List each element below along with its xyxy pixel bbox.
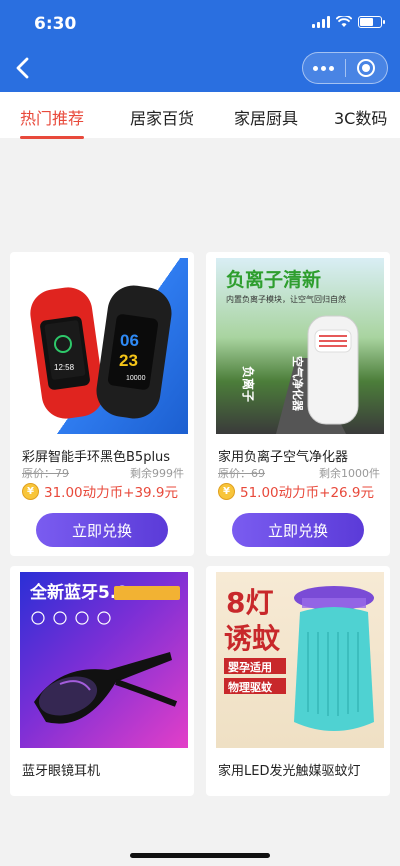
- lamp-headline-1: 8灯: [226, 586, 273, 619]
- coin-icon: ¥: [22, 482, 39, 500]
- status-icons: [312, 16, 385, 28]
- product-card[interactable]: 全新蓝牙5.0 蓝牙眼镜耳机: [10, 566, 194, 796]
- product-card[interactable]: 12:58 06 23 10000 彩屏智能手环黑色B5plus 原价：79 剩…: [10, 252, 194, 556]
- chevron-left-icon: [16, 57, 29, 79]
- wifi-icon: [336, 16, 352, 27]
- svg-text:06: 06: [120, 331, 139, 350]
- band-screen-time: 12:58: [54, 363, 75, 372]
- exchange-price: 51.00动力币+26.9元: [240, 485, 375, 501]
- lamp-sub-1: 婴孕适用: [228, 660, 272, 674]
- more-dots-icon: [313, 65, 335, 71]
- band-screen-hour: 23: [119, 351, 138, 370]
- purifier-headline: 负离子清新: [226, 268, 321, 291]
- product-title: 彩屏智能手环黑色B5plus: [22, 450, 171, 465]
- back-button[interactable]: [8, 54, 36, 82]
- product-title: 蓝牙眼镜耳机: [22, 764, 101, 779]
- original-price: 原价：79: [22, 467, 69, 480]
- glasses-headline: 全新蓝牙5.0: [29, 582, 128, 603]
- purifier-side-label-right: 空气净化器: [291, 356, 305, 412]
- top-bar: 6:30: [0, 0, 400, 92]
- lamp-headline-2: 诱蚊: [224, 622, 281, 655]
- product-card[interactable]: 负离子清新 内置负离子模块，让空气回归自然 负离子 空气净化器 家用负离子空气净…: [206, 252, 390, 556]
- target-circle-icon: [357, 59, 376, 77]
- lamp-sub-2: 物理驱蚊: [228, 680, 273, 694]
- status-time: 6:30: [34, 14, 77, 34]
- exchange-price-row: ¥ 31.00动力币+39.9元: [22, 481, 178, 501]
- exchange-price: 31.00动力币+39.9元: [44, 485, 179, 501]
- close-miniprogram-button[interactable]: [346, 53, 388, 83]
- active-tab-indicator: [20, 136, 85, 139]
- tab-kitchen[interactable]: 家居厨具: [234, 105, 298, 129]
- purifier-side-label-left: 负离子: [241, 366, 256, 402]
- more-button[interactable]: [303, 53, 345, 83]
- signal-icon: [312, 16, 330, 28]
- home-indicator: [130, 853, 270, 858]
- product-image-mosquito-lamp: 8灯 诱蚊 婴孕适用 物理驱蚊: [216, 572, 384, 748]
- product-image-bluetooth-glasses: 全新蓝牙5.0: [20, 572, 188, 748]
- product-image-air-purifier: 负离子清新 内置负离子模块，让空气回归自然 负离子 空气净化器: [216, 258, 384, 434]
- exchange-price-row: ¥ 51.00动力币+26.9元: [218, 481, 374, 501]
- stock-remaining: 剩余1000件: [319, 467, 380, 480]
- tab-home-goods[interactable]: 居家百货: [130, 105, 194, 129]
- category-tabs: 热门推荐 居家百货 家居厨具 3C数码: [0, 92, 400, 139]
- capsule-menu: [302, 52, 388, 84]
- coin-icon: ¥: [218, 482, 235, 500]
- redeem-button[interactable]: 立即兑换: [36, 513, 168, 547]
- price-row: 原价：79 剩余999件: [22, 465, 184, 481]
- product-title: 家用LED发光触媒驱蚊灯: [218, 764, 361, 779]
- price-row: 原价：69 剩余1000件: [218, 465, 380, 481]
- redeem-button[interactable]: 立即兑换: [232, 513, 364, 547]
- battery-icon: [358, 16, 385, 28]
- tab-hot[interactable]: 热门推荐: [20, 105, 85, 139]
- purifier-subline: 内置负离子模块，让空气回归自然: [226, 294, 346, 304]
- stock-remaining: 剩余999件: [130, 467, 184, 480]
- product-image-smart-band: 12:58 06 23 10000: [20, 258, 188, 434]
- band-screen-steps: 10000: [126, 375, 146, 382]
- product-title: 家用负离子空气净化器: [218, 450, 349, 465]
- tab-3c-digital[interactable]: 3C数码: [334, 105, 387, 129]
- original-price: 原价：69: [218, 467, 265, 480]
- product-card[interactable]: 8灯 诱蚊 婴孕适用 物理驱蚊 家用LED发光触媒驱蚊灯: [206, 566, 390, 796]
